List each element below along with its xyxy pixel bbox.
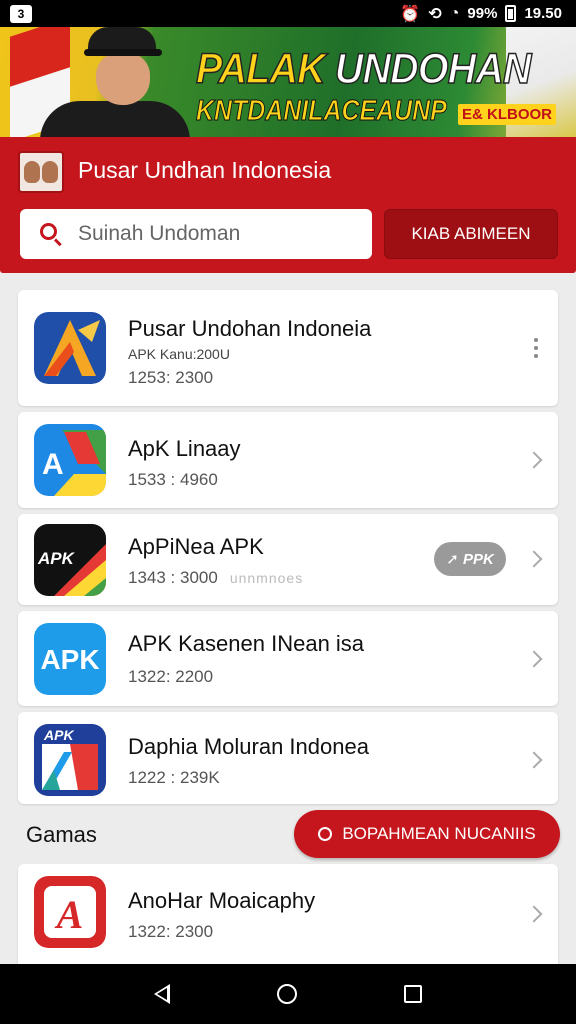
app-name: APK Kasenen INean isa — [128, 631, 365, 656]
notification-app-icon: 3 — [10, 4, 32, 23]
battery-percent: 99% — [467, 5, 498, 22]
clock: 19.50 — [524, 5, 562, 22]
app-icon-apk-dark: APK — [34, 524, 106, 596]
app-name: ApPiNea APK — [128, 534, 264, 559]
alarm-icon: ⏰ — [400, 5, 421, 23]
chevron-right-icon — [525, 550, 543, 568]
recents-icon[interactable] — [404, 985, 423, 1003]
app-meta: 1322: 2200 — [128, 667, 214, 686]
list-item[interactable]: A ApK Linaay 1533 : 4960 — [18, 412, 558, 508]
search-box[interactable] — [20, 209, 372, 259]
app-name: AnoHar Moaicaphy — [128, 888, 316, 913]
chevron-right-icon — [525, 451, 543, 469]
page-title: Pusar Undhan Indonesia — [78, 157, 332, 183]
wifi-icon: ◔ — [449, 4, 460, 22]
system-nav-bar — [0, 964, 576, 1024]
app-package: APK Kanu:200U — [128, 346, 230, 362]
list-item[interactable]: APK APK Kasenen INean isa 1322: 2200 — [18, 611, 558, 706]
status-right: ⏰ ⟲ ◔ 99% 19.50 — [400, 4, 562, 24]
home-icon[interactable] — [276, 984, 297, 1004]
app-name: Daphia Moluran Indonea — [128, 734, 369, 759]
chevron-right-icon — [525, 751, 543, 769]
svg-text:A: A — [42, 448, 64, 481]
banner-subtitle: KNTDANILACEAUNP — [196, 95, 448, 128]
more-vert-icon[interactable] — [534, 338, 538, 358]
banner-person-image — [40, 27, 190, 137]
status-left: 3 — [10, 4, 32, 23]
battery-icon — [505, 5, 517, 22]
banner-title: PALAK UNDOHAN — [195, 44, 532, 94]
search-button[interactable]: KIAB ABIMEEN — [384, 209, 558, 259]
app-icon-orange-a — [34, 312, 106, 384]
sync-icon: ⟲ — [428, 5, 442, 23]
chevron-right-icon — [525, 905, 543, 923]
list-item[interactable]: A AnoHar Moaicaphy 1322: 2300 — [18, 864, 558, 964]
chevron-right-icon — [525, 650, 543, 668]
header-logo-avatar — [18, 151, 64, 193]
arrow-icon: ➚ — [446, 551, 459, 568]
status-bar: 3 ⏰ ⟲ ◔ 99% 19.50 — [0, 0, 576, 27]
promo-banner[interactable]: PALAK UNDOHAN KNTDANILACEAUNP E& KLBOOR — [0, 27, 576, 137]
app-meta: 1343 : 3000 unnmnoes — [128, 568, 304, 587]
list-item[interactable]: APK ApPiNea APK 1343 : 3000 unnmnoes ➚ PP… — [18, 514, 558, 605]
app-name: ApK Linaay — [128, 436, 241, 461]
app-meta: 1533 : 4960 — [128, 470, 218, 489]
svg-text:APK: APK — [40, 644, 99, 675]
app-icon-apk-flag: APK — [34, 724, 106, 796]
list-item[interactable]: Pusar Undohan Indoneia APK Kanu:200U 125… — [18, 290, 558, 406]
list-item[interactable]: APK Daphia Moluran Indonea 1222 : 239K — [18, 712, 558, 804]
section-title: Gamas — [26, 822, 97, 847]
action-button[interactable]: BOPAHMEAN NUCANIIS — [294, 810, 560, 858]
svg-text:A: A — [54, 892, 84, 937]
app-icon-red-a: A — [34, 876, 106, 948]
app-meta: 1253: 2300 — [128, 368, 214, 387]
back-icon[interactable] — [153, 984, 170, 1004]
app-meta: 1322: 2300 — [128, 922, 214, 941]
circle-icon — [318, 827, 333, 841]
app-icon-drive-a: A — [34, 424, 106, 496]
search-input[interactable] — [78, 222, 338, 246]
app-meta: 1222 : 239K — [128, 768, 220, 787]
app-icon-apk-blue: APK — [34, 623, 106, 695]
svg-text:APK: APK — [37, 549, 76, 568]
app-name: Pusar Undohan Indoneia — [128, 316, 372, 341]
search-icon — [40, 223, 62, 247]
apk-badge[interactable]: ➚ PPK — [434, 542, 506, 576]
svg-text:APK: APK — [43, 727, 74, 743]
banner-tag: E& KLBOOR — [458, 104, 556, 125]
app-header: Pusar Undhan Indonesia KIAB ABIMEEN — [0, 137, 576, 273]
